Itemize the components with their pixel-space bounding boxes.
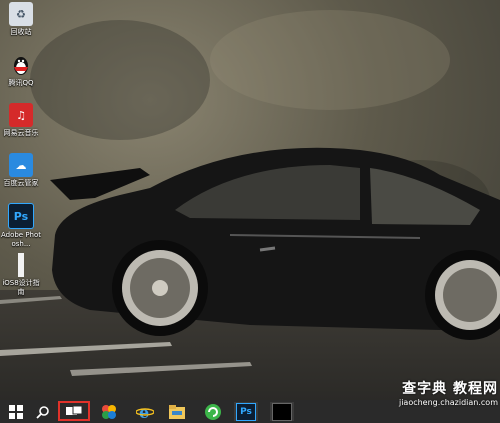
taskbar-app-green[interactable] [201,402,225,421]
desktop-icon-label: 网易云音乐 [3,129,39,137]
green-refresh-icon [205,403,221,420]
watermark-title: 查字典 教程网 [402,381,498,397]
colorful-app-icon [102,404,116,419]
photoshop-icon: Ps [8,203,34,229]
search-icon [36,405,49,419]
qq-penguin-icon [9,53,33,77]
baidu-cloud-icon: ☁ [9,153,33,177]
start-icon [9,404,23,419]
taskbar-app-photoshop[interactable]: Ps [234,402,258,421]
document-icon [9,253,33,277]
taskbar-app-dark[interactable] [270,402,294,421]
watermark: 查字典 教程网 jiaocheng.chazidian.com [358,378,498,423]
desktop-icon-baidu-cloud[interactable]: ☁ 百度云管家 [0,153,43,188]
search-button[interactable] [31,402,55,421]
start-button[interactable] [4,402,28,421]
dark-app-icon [272,402,292,421]
desktop-icon-label: 回收站 [10,28,32,36]
taskbar-app-file-explorer[interactable] [165,402,189,421]
desktop-wallpaper: ♻ 回收站 腾讯QQ ♫ 网易云音乐 ☁ 百度云管家 Ps Adobe Phot… [0,0,500,400]
desktop-icon-photoshop[interactable]: Ps Adobe Photosh... [0,203,43,249]
file-explorer-icon [169,404,185,419]
watermark-url: jiaocheng.chazidian.com [398,398,498,407]
black-sports-car [50,147,500,340]
taskbar-app-ie[interactable]: e [133,402,157,421]
desktop-icon-qq[interactable]: 腾讯QQ [0,53,43,88]
recycle-bin-icon: ♻ [9,2,33,26]
task-view-icon [66,405,83,415]
task-view-button[interactable] [58,401,90,421]
desktop-icon-label: Adobe Photosh... [0,231,42,248]
desktop-icon-label: iOS8设计指南 [2,279,40,296]
desktop-icon-netease-music[interactable]: ♫ 网易云音乐 [0,103,43,138]
desktop-icon-label: 百度云管家 [3,179,39,187]
svg-text:e: e [139,403,149,421]
desktop-icon-ios8-guide[interactable]: iOS8设计指南 [0,253,43,297]
photoshop-icon: Ps [236,402,256,421]
taskbar-app-colorful[interactable] [97,402,121,421]
desktop-icon-recycle-bin[interactable]: ♻ 回收站 [0,2,43,37]
desktop-icon-label: 腾讯QQ [8,79,34,87]
netease-music-icon: ♫ [9,103,33,127]
internet-explorer-icon: e [136,403,154,421]
